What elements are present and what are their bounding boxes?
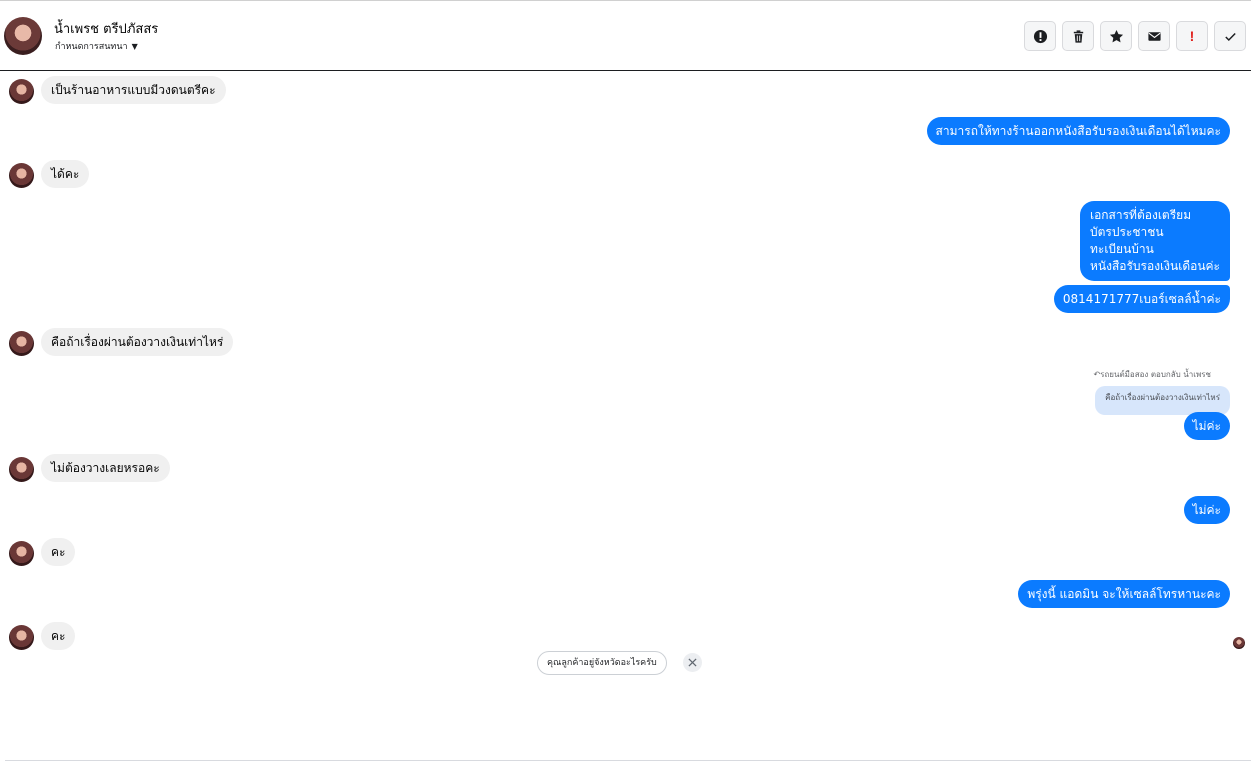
conversation-toolbar: ! (1024, 21, 1246, 51)
mail-button[interactable] (1138, 21, 1170, 51)
envelope-icon (1147, 31, 1161, 41)
message-line: เอกสารที่ต้องเตรียม (1089, 208, 1192, 222)
dismiss-suggestion-button[interactable] (683, 653, 702, 672)
star-icon (1109, 29, 1123, 42)
trash-icon (1073, 29, 1083, 43)
reply-indicator: ↶รถยนต์มือสอง ตอบกลับ น้ำเพรช (1093, 370, 1211, 379)
exclamation-icon: ! (1189, 28, 1195, 44)
outgoing-message[interactable]: สามารถให้ทางร้านออกหนังสือรับรองเงินเดือ… (926, 117, 1230, 145)
incoming-message[interactable]: คะ (41, 622, 76, 650)
close-icon (688, 658, 697, 667)
conversation-header: น้ำเพรช ตรีปภัสสร กำหนดการสนทนา ▼ ! (0, 0, 1251, 71)
outgoing-message[interactable]: พรุ่งนี้ แอดมิน จะให้เซลล์โทรหานะคะ (1018, 580, 1230, 608)
incoming-message[interactable]: ไม่ต้องวางเลยหรอคะ (41, 454, 170, 482)
done-button[interactable] (1214, 21, 1246, 51)
conversation-label: กำหนดการสนทนา (55, 42, 128, 52)
suggested-reply-chip[interactable]: คุณลูกค้าอยู่จังหวัดอะไรครับ (537, 651, 667, 675)
sender-avatar (9, 79, 34, 104)
outgoing-message[interactable]: 0814171777เบอร์เซลล์น้ำค่ะ (1053, 285, 1230, 313)
incoming-message[interactable]: เป็นร้านอาหารแบบมีวงดนตรีคะ (41, 76, 226, 104)
incoming-message[interactable]: คือถ้าเรื่องผ่านต้องวางเงินเท่าไหร่ (41, 328, 234, 356)
conversation-label-dropdown[interactable]: กำหนดการสนทนา ▼ (55, 39, 138, 53)
alert-circle-icon (1033, 29, 1047, 43)
star-button[interactable] (1100, 21, 1132, 51)
quoted-message[interactable]: คือถ้าเรื่องผ่านต้องวางเงินเท่าไหร่ (1095, 386, 1230, 415)
sender-avatar (9, 457, 34, 482)
delete-button[interactable] (1062, 21, 1094, 51)
sender-avatar (9, 331, 34, 356)
check-icon (1224, 32, 1236, 41)
outgoing-message[interactable]: ไม่ค่ะ (1183, 412, 1230, 440)
sender-avatar (9, 541, 34, 566)
message-line: บัตรประชาชน (1089, 225, 1164, 239)
alert-button[interactable] (1024, 21, 1056, 51)
incoming-message[interactable]: ได้คะ (41, 160, 90, 188)
incoming-message[interactable]: คะ (41, 538, 76, 566)
message-line: ทะเบียนบ้าน (1089, 242, 1154, 256)
outgoing-message-multiline[interactable]: เอกสารที่ต้องเตรียม บัตรประชาชน ทะเบียนบ… (1079, 201, 1230, 281)
contact-avatar[interactable] (4, 17, 42, 55)
sender-avatar (9, 625, 34, 650)
seen-avatar-icon (1233, 637, 1245, 649)
message-line: หนังสือรับรองเงินเดือนค่ะ (1089, 259, 1220, 273)
caret-down-icon: ▼ (131, 42, 138, 51)
composer-divider (5, 760, 1251, 761)
outgoing-message[interactable]: ไม่ค่ะ (1183, 496, 1230, 524)
sender-avatar (9, 163, 34, 188)
contact-name[interactable]: น้ำเพรช ตรีปภัสสร (54, 18, 158, 39)
spam-button[interactable]: ! (1176, 21, 1208, 51)
